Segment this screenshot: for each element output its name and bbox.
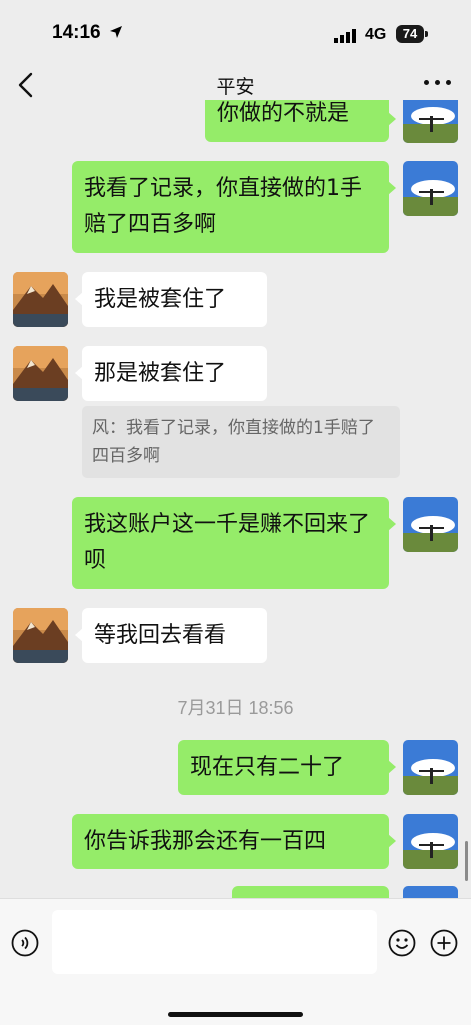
more-icon[interactable]	[424, 80, 452, 88]
incoming-message[interactable]: 那是被套住了	[75, 346, 267, 401]
network-type: 4G	[365, 26, 387, 43]
my-avatar[interactable]	[403, 497, 458, 552]
emoji-icon[interactable]	[388, 929, 416, 957]
outgoing-message[interactable]: 我这账户这一千是赚不回来了呗	[72, 497, 396, 589]
location-arrow-icon	[110, 26, 122, 38]
message-timestamp: 7月31日 18:56	[177, 698, 294, 718]
scrollbar[interactable]	[465, 841, 468, 881]
chat-messages[interactable]: 你做的不就是 我看了记录，你直接做的1手赔了四百多啊 我是被套住了 那是被套住了…	[0, 100, 471, 898]
status-time: 14:16	[52, 22, 101, 43]
outgoing-message[interactable]: 你做的不就是	[205, 100, 396, 142]
incoming-message[interactable]: 我是被套住了	[75, 272, 267, 327]
message-input[interactable]	[52, 910, 377, 974]
outgoing-message[interactable]: 现在只有二十了	[178, 740, 396, 795]
home-indicator	[168, 1012, 303, 1017]
my-avatar[interactable]	[403, 886, 458, 898]
status-bar: 14:16 4G 74	[0, 0, 471, 62]
contact-avatar[interactable]	[13, 608, 68, 663]
incoming-message[interactable]: 等我回去看看	[75, 608, 267, 663]
quoted-reply[interactable]: 风：我看了记录，你直接做的1手赔了四百多啊	[82, 406, 400, 478]
my-avatar[interactable]	[403, 740, 458, 795]
battery-icon: 74	[396, 25, 424, 43]
chat-title: 平安	[216, 76, 255, 98]
contact-avatar[interactable]	[13, 272, 68, 327]
outgoing-message[interactable]	[232, 886, 389, 898]
outgoing-message[interactable]: 我看了记录，你直接做的1手赔了四百多啊	[72, 161, 396, 253]
my-avatar[interactable]	[403, 100, 458, 143]
voice-icon[interactable]	[11, 929, 39, 957]
plus-icon[interactable]	[430, 929, 458, 957]
my-avatar[interactable]	[403, 161, 458, 216]
battery-tip	[425, 31, 428, 37]
contact-avatar[interactable]	[13, 346, 68, 401]
outgoing-message[interactable]: 你告诉我那会还有一百四	[72, 814, 396, 869]
my-avatar[interactable]	[403, 814, 458, 869]
signal-icon	[334, 29, 356, 43]
input-bar	[0, 898, 471, 1025]
